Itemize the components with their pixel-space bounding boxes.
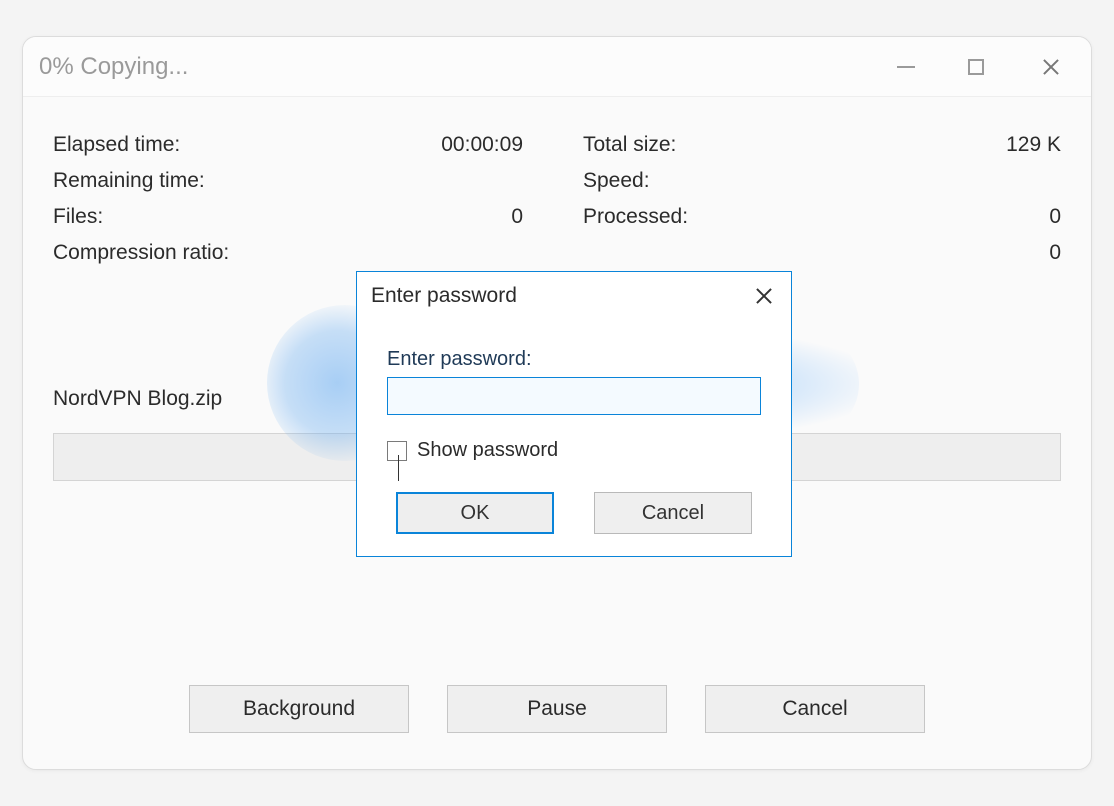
close-icon bbox=[1042, 58, 1060, 76]
minimize-icon bbox=[897, 66, 915, 68]
minimize-button[interactable] bbox=[871, 37, 941, 97]
bottom-button-row: Background Pause Cancel bbox=[23, 685, 1091, 733]
restore-icon bbox=[968, 59, 984, 75]
cancel-button[interactable]: Cancel bbox=[705, 685, 925, 733]
window-controls bbox=[871, 37, 1091, 97]
processed-value: 0 bbox=[843, 205, 1061, 229]
elapsed-time-label: Elapsed time: bbox=[53, 133, 383, 157]
password-field-label: Enter password: bbox=[387, 348, 761, 371]
speed-label: Speed: bbox=[543, 169, 843, 193]
dialog-cancel-button[interactable]: Cancel bbox=[594, 492, 752, 534]
password-input[interactable] bbox=[387, 377, 761, 415]
compression-ratio-label: Compression ratio: bbox=[53, 241, 383, 265]
dialog-close-button[interactable] bbox=[737, 272, 791, 320]
show-password-label: Show password bbox=[417, 439, 558, 462]
background-button[interactable]: Background bbox=[189, 685, 409, 733]
filename-label: NordVPN Blog.zip bbox=[53, 387, 222, 411]
files-label: Files: bbox=[53, 205, 383, 229]
stats-panel: Elapsed time: 00:00:09 Total size: 129 K… bbox=[53, 127, 1061, 271]
dialog-body: Enter password: Show password bbox=[357, 320, 791, 468]
show-password-checkbox[interactable] bbox=[387, 441, 407, 461]
pause-button[interactable]: Pause bbox=[447, 685, 667, 733]
total-size-value: 129 K bbox=[843, 133, 1061, 157]
text-caret-icon bbox=[398, 455, 399, 481]
files-value: 0 bbox=[383, 205, 543, 229]
elapsed-time-value: 00:00:09 bbox=[383, 133, 543, 157]
copying-window: 0% Copying... Elapsed time: 00:00:09 Tot… bbox=[22, 36, 1092, 770]
show-password-row: Show password bbox=[387, 439, 761, 462]
restore-button[interactable] bbox=[941, 37, 1011, 97]
dialog-button-row: OK Cancel bbox=[357, 468, 791, 556]
total-size-label: Total size: bbox=[543, 133, 843, 157]
enter-password-dialog: Enter password Enter password: Show pass… bbox=[356, 271, 792, 557]
close-icon bbox=[755, 287, 773, 305]
close-button[interactable] bbox=[1011, 37, 1091, 97]
dialog-titlebar: Enter password bbox=[357, 272, 791, 320]
window-title: 0% Copying... bbox=[39, 53, 188, 81]
processed-label: Processed: bbox=[543, 205, 843, 229]
ok-button[interactable]: OK bbox=[396, 492, 554, 534]
row4-right-value: 0 bbox=[843, 241, 1061, 265]
remaining-time-label: Remaining time: bbox=[53, 169, 383, 193]
dialog-title: Enter password bbox=[371, 284, 517, 308]
